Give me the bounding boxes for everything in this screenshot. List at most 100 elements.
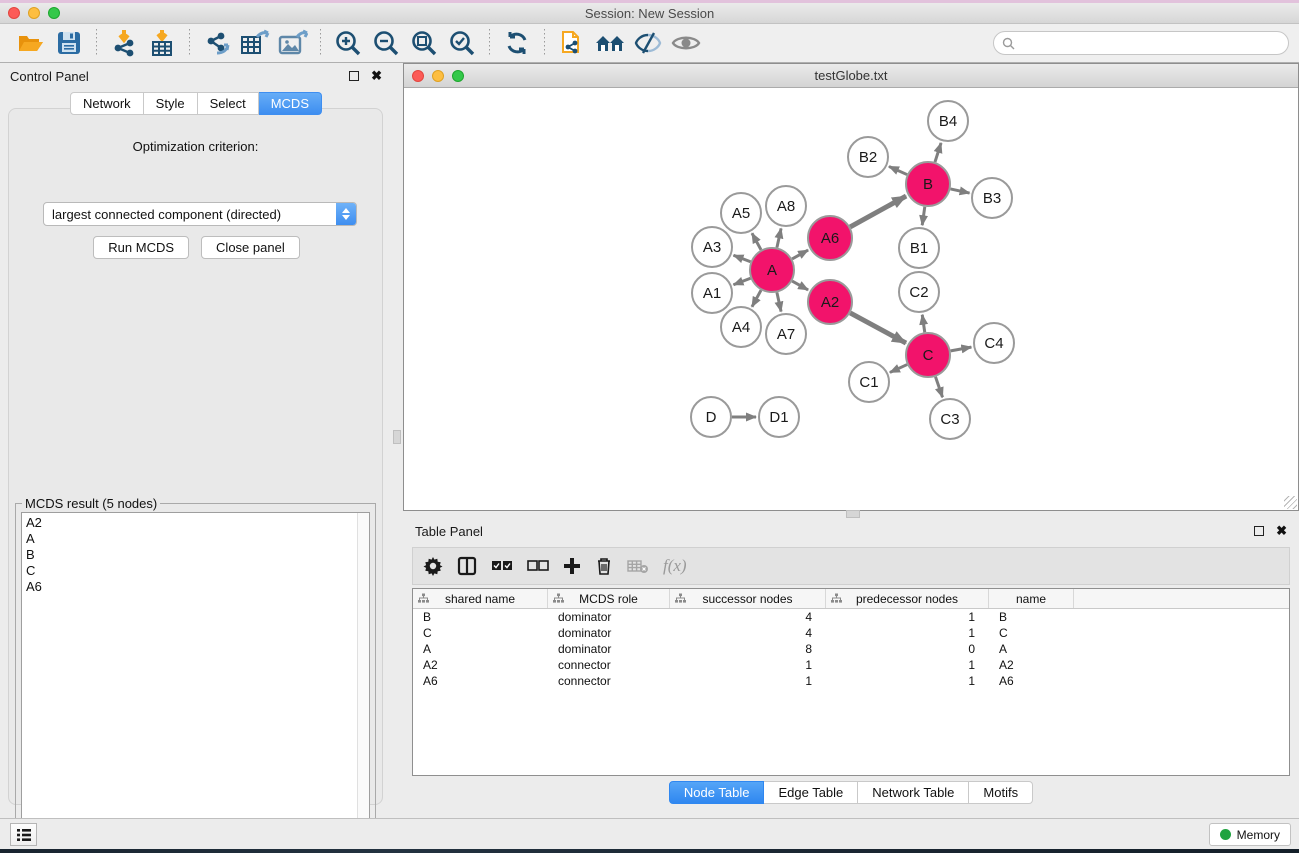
- edge-A-A3[interactable]: [733, 255, 750, 262]
- table-cell[interactable]: 1: [826, 626, 989, 640]
- add-column-icon[interactable]: [563, 553, 581, 579]
- import-network-icon[interactable]: [107, 28, 141, 58]
- export-network-icon[interactable]: [200, 28, 234, 58]
- mcds-result-item[interactable]: A: [22, 531, 369, 547]
- edge-B-B3[interactable]: [950, 189, 969, 193]
- table-cell[interactable]: 0: [826, 642, 989, 656]
- open-folder-icon[interactable]: [14, 28, 48, 58]
- edge-A-A6[interactable]: [792, 250, 808, 259]
- table-cell[interactable]: dominator: [548, 642, 670, 656]
- mcds-result-item[interactable]: B: [22, 547, 369, 563]
- table-row[interactable]: A6connector11A6: [413, 673, 1289, 689]
- table-cell[interactable]: 1: [826, 674, 989, 688]
- table-cell[interactable]: B: [989, 610, 1074, 624]
- edge-A-A7[interactable]: [777, 292, 781, 311]
- gear-icon[interactable]: [423, 553, 443, 579]
- mcds-result-item[interactable]: A6: [22, 579, 369, 595]
- edge-A-A8[interactable]: [777, 228, 781, 247]
- network-window-titlebar[interactable]: testGlobe.txt: [404, 64, 1298, 88]
- scrollbar[interactable]: [357, 513, 369, 837]
- edge-A-A2[interactable]: [792, 281, 808, 290]
- edge-A2-C[interactable]: [850, 313, 906, 343]
- edge-B-B2[interactable]: [889, 166, 907, 174]
- column-header-successor-nodes[interactable]: successor nodes: [670, 589, 826, 608]
- export-table-icon[interactable]: [238, 28, 272, 58]
- table-row[interactable]: A2connector11A2: [413, 657, 1289, 673]
- table-cell[interactable]: 1: [670, 658, 826, 672]
- edge-C-C1[interactable]: [890, 365, 907, 373]
- delete-column-icon[interactable]: [595, 553, 613, 579]
- edge-C-C3[interactable]: [935, 377, 942, 397]
- function-builder-icon[interactable]: f(x): [663, 553, 687, 579]
- tab-edge-table[interactable]: Edge Table: [764, 781, 858, 804]
- run-mcds-button[interactable]: Run MCDS: [93, 236, 189, 259]
- task-history-button[interactable]: [10, 823, 37, 846]
- table-row[interactable]: Bdominator41B: [413, 609, 1289, 625]
- export-image-icon[interactable]: [276, 28, 310, 58]
- float-panel-icon[interactable]: [349, 71, 359, 81]
- edge-B-B1[interactable]: [922, 207, 925, 225]
- column-header-shared-name[interactable]: shared name: [413, 589, 548, 608]
- table-cell[interactable]: A2: [413, 658, 548, 672]
- close-table-panel-icon[interactable]: ✖: [1276, 526, 1287, 536]
- table-cell[interactable]: dominator: [548, 626, 670, 640]
- resize-grip-icon[interactable]: [1284, 496, 1297, 509]
- float-table-panel-icon[interactable]: [1254, 526, 1264, 536]
- close-panel-icon[interactable]: ✖: [371, 71, 382, 81]
- new-session-icon[interactable]: [555, 28, 589, 58]
- table-cell[interactable]: 1: [826, 658, 989, 672]
- tab-node-table[interactable]: Node Table: [669, 781, 765, 804]
- column-panel-icon[interactable]: [457, 553, 477, 579]
- table-cell[interactable]: 4: [670, 626, 826, 640]
- network-canvas[interactable]: B4B2BB3A5A8A6A3B1AA1C2A2A4A7C4CC1C3DD1: [404, 88, 1298, 510]
- column-header-predecessor-nodes[interactable]: predecessor nodes: [826, 589, 989, 608]
- edge-A-A4[interactable]: [752, 290, 761, 307]
- table-cell[interactable]: 1: [826, 610, 989, 624]
- table-cell[interactable]: A: [413, 642, 548, 656]
- deselect-all-icon[interactable]: [527, 553, 549, 579]
- table-cell[interactable]: A6: [989, 674, 1074, 688]
- column-header-MCDS-role[interactable]: MCDS role: [548, 589, 670, 608]
- table-cell[interactable]: A6: [413, 674, 548, 688]
- delete-table-icon[interactable]: [627, 553, 649, 579]
- optimization-criterion-dropdown[interactable]: largest connected component (directed): [43, 202, 357, 226]
- search-input[interactable]: [1020, 36, 1288, 50]
- zoom-selected-icon[interactable]: [445, 28, 479, 58]
- tab-mcds[interactable]: MCDS: [259, 92, 322, 115]
- table-cell[interactable]: 1: [670, 674, 826, 688]
- tab-motifs[interactable]: Motifs: [969, 781, 1033, 804]
- edge-C-C4[interactable]: [951, 347, 972, 351]
- select-all-icon[interactable]: [491, 553, 513, 579]
- edge-C-C2[interactable]: [922, 315, 924, 332]
- edge-A-A1[interactable]: [733, 278, 750, 285]
- edge-B-B4[interactable]: [935, 143, 941, 162]
- table-row[interactable]: Cdominator41C: [413, 625, 1289, 641]
- table-cell[interactable]: C: [989, 626, 1074, 640]
- divider-grip[interactable]: [846, 510, 860, 518]
- table-cell[interactable]: 4: [670, 610, 826, 624]
- zoom-fit-icon[interactable]: [407, 28, 441, 58]
- tab-style[interactable]: Style: [144, 92, 198, 115]
- tab-network-table[interactable]: Network Table: [858, 781, 969, 804]
- tab-select[interactable]: Select: [198, 92, 259, 115]
- column-header-name[interactable]: name: [989, 589, 1074, 608]
- save-icon[interactable]: [52, 28, 86, 58]
- mcds-result-list[interactable]: A2ABCA6: [21, 512, 370, 838]
- zoom-in-icon[interactable]: [331, 28, 365, 58]
- mcds-result-item[interactable]: C: [22, 563, 369, 579]
- table-cell[interactable]: A: [989, 642, 1074, 656]
- homes-icon[interactable]: [593, 28, 627, 58]
- table-cell[interactable]: B: [413, 610, 548, 624]
- hide-glasses-icon[interactable]: [631, 28, 665, 58]
- table-cell[interactable]: connector: [548, 658, 670, 672]
- refresh-icon[interactable]: [500, 28, 534, 58]
- edge-A6-B[interactable]: [850, 196, 906, 227]
- mcds-result-item[interactable]: A2: [22, 515, 369, 531]
- zoom-out-icon[interactable]: [369, 28, 403, 58]
- split-divider-grip[interactable]: [393, 430, 401, 444]
- search-field[interactable]: [993, 31, 1289, 55]
- tab-network[interactable]: Network: [70, 92, 144, 115]
- table-cell[interactable]: A2: [989, 658, 1074, 672]
- table-cell[interactable]: C: [413, 626, 548, 640]
- eye-icon[interactable]: [669, 28, 703, 58]
